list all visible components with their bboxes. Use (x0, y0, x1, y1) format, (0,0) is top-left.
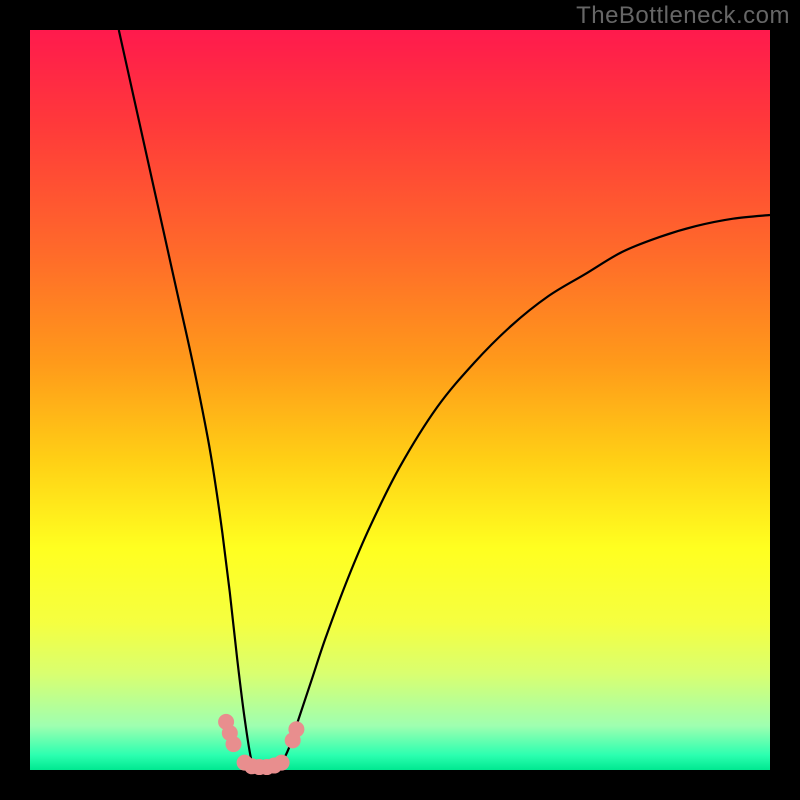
curve-line (119, 30, 770, 771)
highlight-markers (218, 714, 304, 775)
marker-point (226, 736, 242, 752)
marker-point (274, 755, 290, 771)
chart-frame: TheBottleneck.com (0, 0, 800, 800)
curve-svg (30, 30, 770, 770)
plot-area (30, 30, 770, 770)
marker-point (288, 721, 304, 737)
watermark-text: TheBottleneck.com (576, 2, 790, 30)
